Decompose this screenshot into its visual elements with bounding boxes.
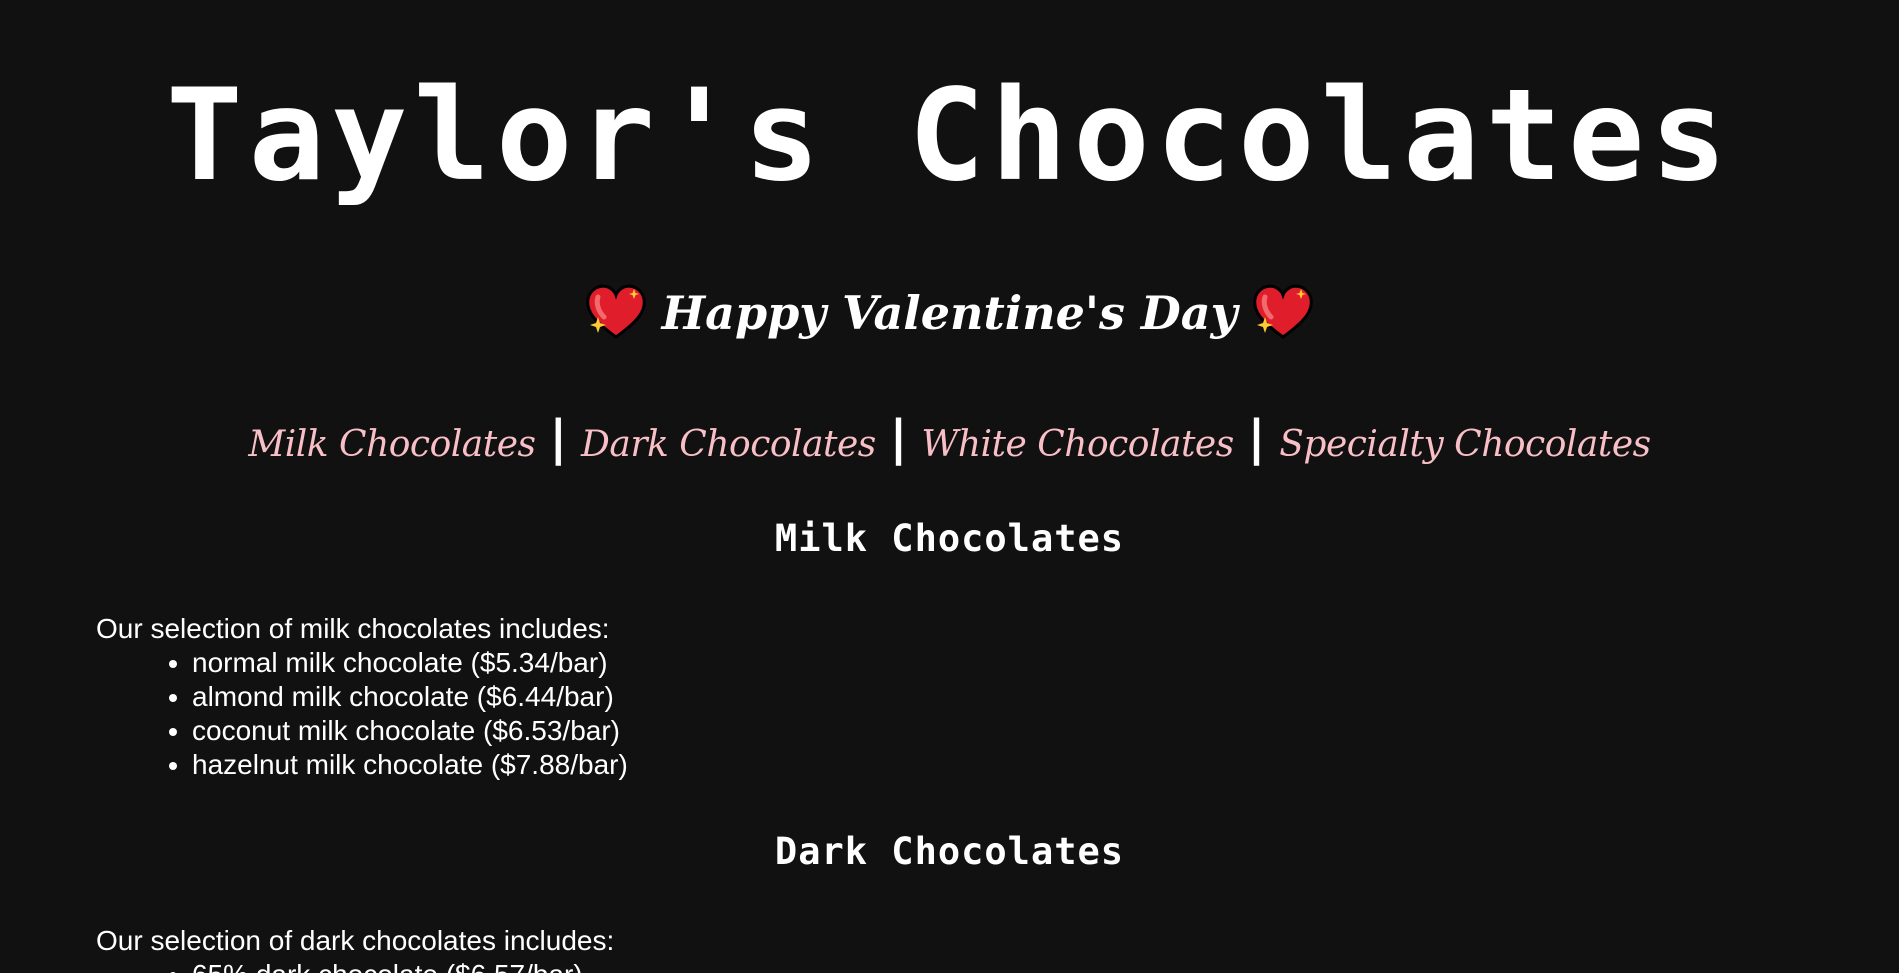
nav-link-dark-chocolates[interactable]: Dark Chocolates bbox=[581, 424, 876, 465]
site-title: Taylor's Chocolates bbox=[166, 61, 1733, 209]
list-item: 65% dark chocolate ($6.57/bar) bbox=[192, 958, 583, 973]
category-nav: Milk Chocolates | Dark Chocolates | White Ch… bbox=[0, 408, 1899, 477]
dark-chocolates-intro: Our selection of dark chocolates include… bbox=[96, 925, 615, 956]
dark-chocolates-list: 65% dark chocolate ($6.57/bar) bbox=[96, 958, 583, 973]
nav-separator: | bbox=[1247, 410, 1266, 466]
list-item: normal milk chocolate ($5.34/bar) bbox=[192, 646, 628, 680]
list-item: hazelnut milk chocolate ($7.88/bar) bbox=[192, 748, 628, 782]
page: Taylor's Chocolates Happy Valentine's Da… bbox=[0, 0, 1899, 973]
nav-link-specialty-chocolates[interactable]: Specialty Chocolates bbox=[1279, 424, 1651, 465]
milk-chocolates-heading: Milk Chocolates bbox=[774, 517, 1125, 560]
nav-link-white-chocolates[interactable]: White Chocolates bbox=[921, 424, 1234, 465]
sparkling-heart-icon bbox=[1253, 284, 1314, 339]
list-item: almond milk chocolate ($6.44/bar) bbox=[192, 680, 628, 714]
dark-chocolates-heading: Dark Chocolates bbox=[774, 830, 1125, 873]
nav-separator: | bbox=[549, 410, 568, 466]
sparkling-heart-icon bbox=[585, 284, 646, 339]
subtitle-text: Happy Valentine's Day bbox=[661, 286, 1238, 340]
milk-chocolates-intro: Our selection of milk chocolates include… bbox=[96, 613, 610, 644]
nav-link-milk-chocolates[interactable]: Milk Chocolates bbox=[248, 424, 536, 465]
list-item: coconut milk chocolate ($6.53/bar) bbox=[192, 714, 628, 748]
valentine-banner: Happy Valentine's Day bbox=[0, 278, 1899, 348]
milk-chocolates-list: normal milk chocolate ($5.34/bar) almond… bbox=[96, 646, 628, 782]
nav-separator: | bbox=[889, 410, 908, 466]
